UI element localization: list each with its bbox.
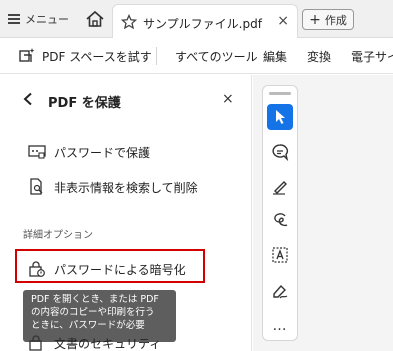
more-tools-icon[interactable]: …	[267, 313, 293, 339]
try-pdf-space-button[interactable]: PDF スペースを試す	[42, 48, 152, 65]
text-box-tool[interactable]	[267, 242, 293, 268]
select-tool[interactable]	[267, 104, 293, 130]
home-icon[interactable]	[84, 9, 106, 29]
advanced-options-heading: 詳細オプション	[23, 230, 93, 241]
menu-button[interactable]: メニュー	[8, 8, 69, 30]
edit-button[interactable]: 編集	[263, 48, 287, 65]
tooltip-line: PDF を開くとき、または PDF	[31, 294, 159, 305]
toolbar-divider	[156, 47, 157, 65]
create-label: 作成	[324, 13, 347, 27]
create-button[interactable]: + 作成	[302, 9, 354, 30]
pen-icon	[273, 181, 287, 195]
tab-bar: メニュー サンプルファイル.pdf × + 作成	[0, 0, 393, 38]
document-security-label: 文書のセキュリティ	[54, 336, 162, 351]
hamburger-icon	[8, 14, 20, 24]
freehand-draw-tool[interactable]	[267, 207, 293, 233]
protect-with-password-option[interactable]: パスワードで保護	[28, 142, 150, 162]
comment-icon	[272, 144, 289, 161]
close-panel-icon[interactable]: ×	[222, 91, 234, 107]
password-icon	[28, 145, 46, 159]
tab-title: サンプルファイル.pdf	[143, 17, 262, 31]
close-tab-icon[interactable]: ×	[277, 13, 289, 29]
back-arrow-icon[interactable]	[22, 92, 34, 106]
highlight-pen-tool[interactable]	[267, 173, 293, 199]
plus-icon: +	[309, 11, 321, 28]
lasso-icon	[274, 213, 288, 227]
tooltip-line: ときに、パスワードが必要	[31, 320, 145, 331]
cursor-icon	[276, 110, 285, 124]
text-box-icon	[272, 247, 288, 263]
panel-title: PDF を保護	[48, 96, 121, 111]
document-security-icon	[29, 335, 42, 351]
tooltip-line: の内容のコピーや印刷を行う	[31, 307, 155, 318]
redact-search-icon	[30, 178, 43, 195]
main-toolbar: PDF スペースを試す すべてのツール 編集 変換 電子サイ	[0, 38, 393, 74]
menu-label: メニュー	[25, 13, 69, 26]
pdf-space-icon	[19, 48, 35, 62]
document-tab[interactable]: サンプルファイル.pdf ×	[112, 4, 298, 38]
encrypt-lock-icon	[29, 261, 45, 277]
document-security-option[interactable]: 文書のセキュリティ	[28, 334, 161, 351]
all-tools-button[interactable]: すべてのツール	[175, 48, 258, 65]
tool-rail: …	[262, 85, 298, 341]
comment-tool[interactable]	[267, 139, 293, 165]
redact-label: 非表示情報を検索して削除	[54, 180, 198, 195]
encrypt-with-password-label: パスワードによる暗号化	[54, 262, 186, 277]
signature-pen-icon	[273, 284, 288, 299]
protect-pdf-panel: PDF を保護 × パスワードで保護 非表示情報を検索して削除 詳細オプション …	[0, 75, 252, 351]
encrypt-with-password-option[interactable]: パスワードによる暗号化	[28, 259, 186, 279]
convert-button[interactable]: 変換	[307, 48, 331, 65]
star-icon[interactable]	[121, 14, 137, 30]
rail-drag-handle[interactable]	[269, 92, 291, 95]
protect-with-password-label: パスワードで保護	[54, 145, 151, 160]
esign-button[interactable]: 電子サイ	[351, 48, 393, 65]
signature-tool[interactable]	[267, 278, 293, 304]
redact-option[interactable]: 非表示情報を検索して削除	[28, 177, 198, 197]
